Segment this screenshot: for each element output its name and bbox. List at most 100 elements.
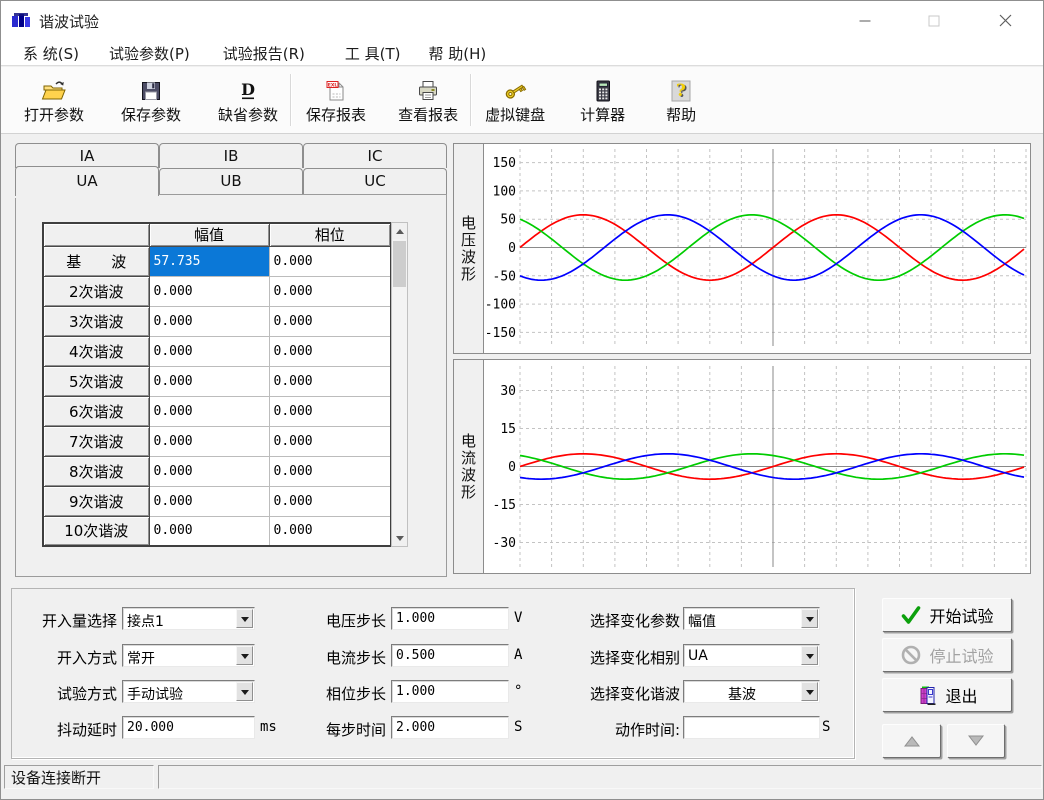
y-tick-label: 0 <box>508 241 516 256</box>
down-arrow-icon <box>964 733 988 749</box>
svg-text:D: D <box>241 80 255 99</box>
table-row: 4次谐波0.0000.000 <box>43 336 391 366</box>
amplitude-cell[interactable]: 57.735 <box>149 246 269 276</box>
amplitude-cell[interactable]: 0.000 <box>149 366 269 396</box>
current-step-input[interactable]: 0.500 <box>391 644 509 667</box>
amplitude-cell[interactable]: 0.000 <box>149 486 269 516</box>
row-header[interactable]: 3次谐波 <box>43 306 149 336</box>
amplitude-cell[interactable]: 0.000 <box>149 396 269 426</box>
tab-IB[interactable]: IB <box>159 143 303 168</box>
menu-item-1[interactable]: 试验参数(P) <box>109 43 190 64</box>
tab-UC[interactable]: UC <box>303 168 447 194</box>
phase-cell[interactable]: 0.000 <box>269 336 391 366</box>
table-scrollbar[interactable] <box>391 222 408 547</box>
step-time-unit: S <box>514 719 522 735</box>
y-tick-label: 50 <box>500 213 516 228</box>
toolbar-button-question[interactable]: ??帮助 <box>664 75 698 126</box>
tab-UA[interactable]: UA <box>15 166 159 196</box>
start-test-button[interactable]: 开始试验 <box>882 598 1012 632</box>
row-header[interactable]: 9次谐波 <box>43 486 149 516</box>
toolbar-button-save-floppy[interactable]: 保存参数 <box>119 75 183 126</box>
step-up-button[interactable] <box>882 724 941 758</box>
phase-cell[interactable]: 0.000 <box>269 306 391 336</box>
tab-IC[interactable]: IC <box>303 143 447 168</box>
row-header[interactable]: 7次谐波 <box>43 426 149 456</box>
menu-item-2[interactable]: 试验报告(R) <box>223 43 305 64</box>
amplitude-cell[interactable]: 0.000 <box>149 516 269 546</box>
phase-cell[interactable]: 0.000 <box>269 426 391 456</box>
phase-cell[interactable]: 0.000 <box>269 396 391 426</box>
y-tick-label: 150 <box>493 156 516 171</box>
change-phase-label: 选择变化相别 <box>560 647 680 668</box>
phase-cell[interactable]: 0.000 <box>269 516 391 546</box>
scrollbar-thumb[interactable] <box>393 241 406 287</box>
dropdown-button[interactable] <box>236 682 253 701</box>
row-header[interactable]: 8次谐波 <box>43 456 149 486</box>
row-header[interactable]: 4次谐波 <box>43 336 149 366</box>
dropdown-button[interactable] <box>801 682 818 701</box>
minimize-button[interactable] <box>842 6 888 36</box>
phase-step-input[interactable]: 1.000 <box>391 680 509 703</box>
toolbar-button-calculator[interactable]: 计算器 <box>578 75 627 126</box>
maximize-button[interactable] <box>911 6 957 36</box>
menu-item-0[interactable]: 系 统(S) <box>23 43 79 64</box>
row-header[interactable]: 2次谐波 <box>43 276 149 306</box>
input-mode-label: 开入方式 <box>17 647 117 668</box>
phase-cell[interactable]: 0.000 <box>269 366 391 396</box>
voltage-step-input[interactable]: 1.000 <box>391 607 509 630</box>
scroll-up-button[interactable] <box>392 223 407 239</box>
step-time-input[interactable]: 2.000 <box>391 716 509 739</box>
phase-cell[interactable]: 0.000 <box>269 276 391 306</box>
scroll-down-button[interactable] <box>392 530 407 546</box>
toolbar-button-key[interactable]: 虚拟键盘 <box>483 75 547 126</box>
phase-cell[interactable]: 0.000 <box>269 486 391 516</box>
amplitude-cell[interactable]: 0.000 <box>149 276 269 306</box>
stop-test-button[interactable]: 停止试验 <box>882 638 1012 672</box>
binary-input-select-select[interactable]: 接点1 <box>122 607 255 630</box>
menu-item-3[interactable]: 工 具(T) <box>345 43 401 64</box>
test-mode-select[interactable]: 手动试验 <box>122 680 255 703</box>
tab-IA[interactable]: IA <box>15 143 159 168</box>
dropdown-button[interactable] <box>236 646 253 665</box>
exit-button[interactable]: 退出 <box>882 678 1012 712</box>
action-time-input[interactable] <box>683 716 820 739</box>
y-tick-label: -15 <box>493 498 516 513</box>
calculator-icon <box>591 76 615 106</box>
amplitude-cell[interactable]: 0.000 <box>149 336 269 366</box>
change-param-select[interactable]: 幅值 <box>683 607 820 630</box>
dropdown-button[interactable] <box>801 609 818 628</box>
change-harmonic-select[interactable]: 基波 <box>683 680 820 703</box>
y-tick-label: -50 <box>493 269 516 284</box>
toolbar-button-printer[interactable]: 查看报表 <box>396 75 460 126</box>
chevron-down-icon <box>241 654 249 663</box>
dropdown-button[interactable] <box>801 646 818 665</box>
amplitude-cell[interactable]: 0.000 <box>149 456 269 486</box>
amplitude-cell[interactable]: 0.000 <box>149 426 269 456</box>
open-folder-icon <box>41 76 67 106</box>
phase-cell[interactable]: 0.000 <box>269 246 391 276</box>
jitter-delay-input[interactable]: 20.000 <box>122 716 255 739</box>
row-header[interactable]: 基 波 <box>43 246 149 276</box>
step-down-button[interactable] <box>947 724 1005 758</box>
input-mode-select[interactable]: 常开 <box>122 644 255 667</box>
selected-value: 常开 <box>123 645 235 666</box>
toolbar-button-default-d[interactable]: D缺省参数 <box>216 75 280 126</box>
status-text: 设备连接断开 <box>11 767 101 788</box>
action-time-label: 动作时间: <box>560 719 680 740</box>
row-header[interactable]: 5次谐波 <box>43 366 149 396</box>
phase-cell[interactable]: 0.000 <box>269 456 391 486</box>
row-header[interactable]: 10次谐波 <box>43 516 149 546</box>
change-phase-select[interactable]: UA <box>683 644 820 667</box>
tab-UB[interactable]: UB <box>159 168 303 194</box>
current-waveform-panel: 电流波形 30150-15-30 <box>453 359 1031 574</box>
amplitude-cell[interactable]: 0.000 <box>149 306 269 336</box>
column-header: 幅值 <box>149 223 269 246</box>
close-button[interactable] <box>982 6 1028 36</box>
toolbar-button-label: 计算器 <box>580 106 625 125</box>
dropdown-button[interactable] <box>236 609 253 628</box>
column-header: 相位 <box>269 223 391 246</box>
toolbar-button-excel-report[interactable]: EXL保存报表 <box>304 75 368 126</box>
row-header[interactable]: 6次谐波 <box>43 396 149 426</box>
menu-item-4[interactable]: 帮 助(H) <box>429 43 487 64</box>
toolbar-button-open-folder[interactable]: 打开参数 <box>22 75 86 126</box>
